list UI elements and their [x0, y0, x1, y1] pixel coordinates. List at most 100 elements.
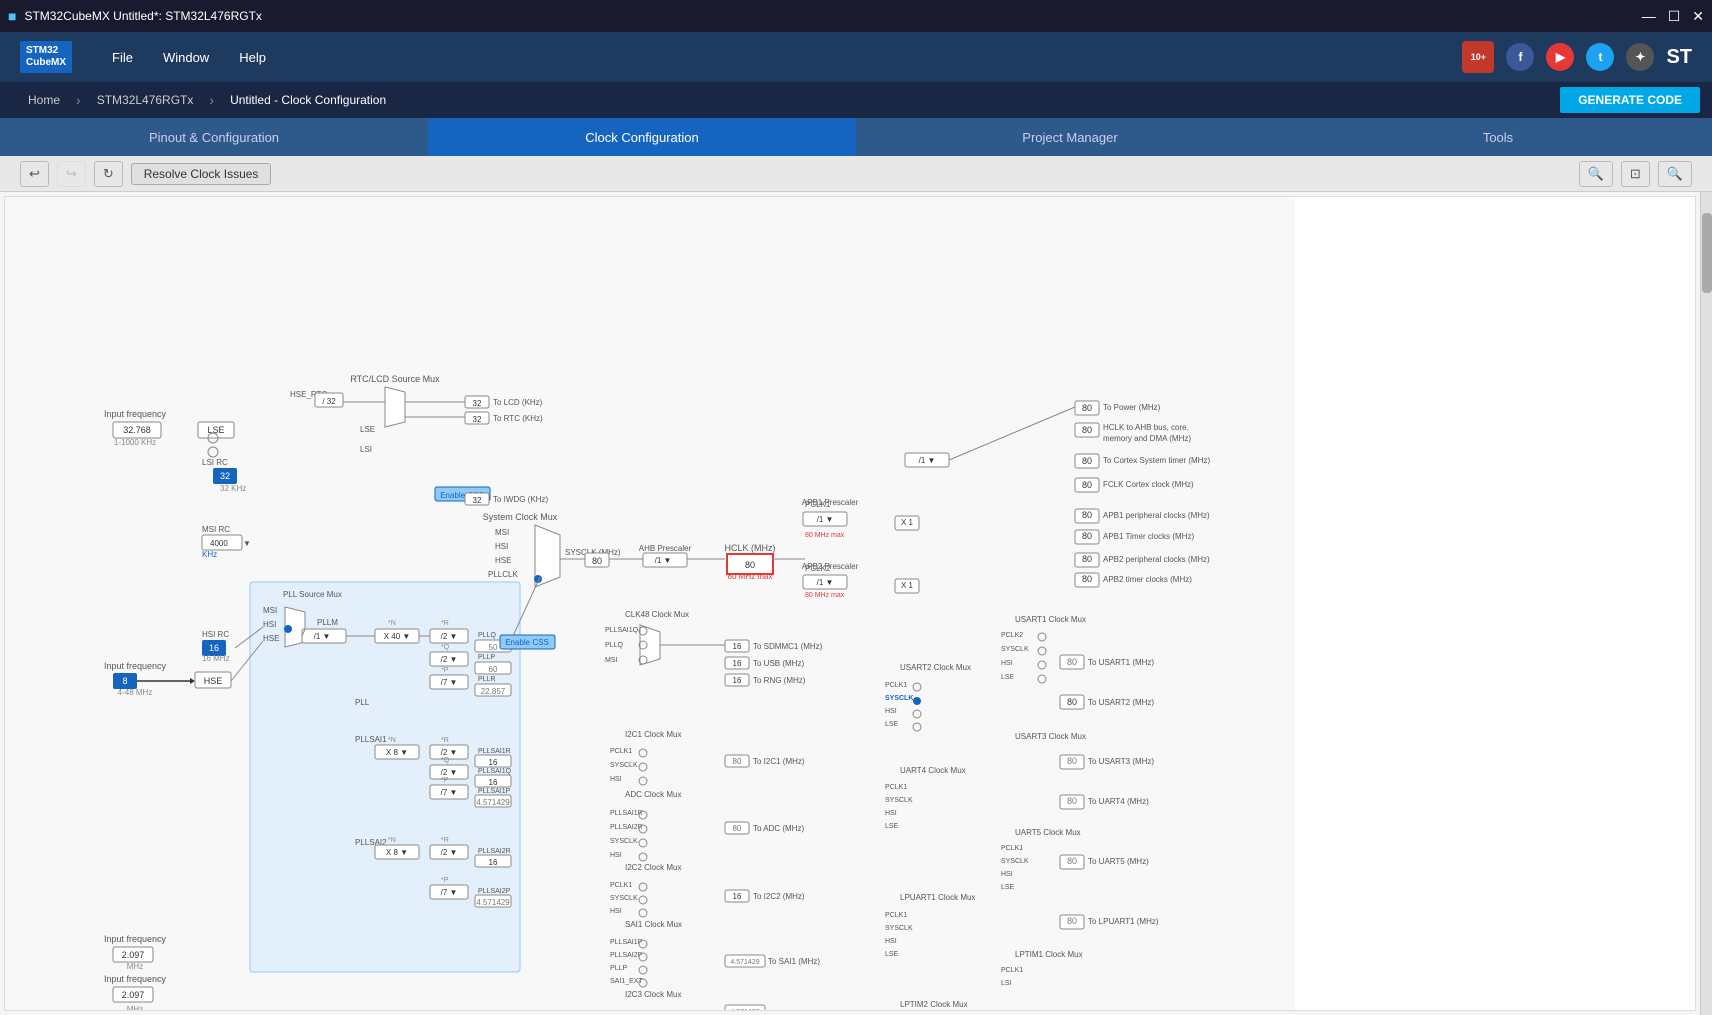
- svg-text:To UART4 (MHz): To UART4 (MHz): [1088, 797, 1149, 806]
- refresh-button[interactable]: ↻: [94, 161, 123, 187]
- svg-text:To LPUART1 (MHz): To LPUART1 (MHz): [1088, 917, 1159, 926]
- menu-help[interactable]: Help: [239, 50, 266, 65]
- twitter-icon[interactable]: t: [1586, 43, 1614, 71]
- scrollbar-thumb[interactable]: [1702, 213, 1712, 293]
- svg-text:SAI1 Clock Mux: SAI1 Clock Mux: [625, 920, 682, 929]
- svg-text:80 MHz max: 80 MHz max: [728, 572, 773, 581]
- svg-text:PLLQ: PLLQ: [605, 642, 623, 649]
- svg-text:MSI: MSI: [605, 657, 618, 664]
- zoom-out-button[interactable]: 🔍: [1658, 161, 1692, 187]
- svg-text:To I2C2 (MHz): To I2C2 (MHz): [753, 892, 805, 901]
- svg-text:2.097: 2.097: [122, 950, 145, 960]
- social-counter: 10+: [1462, 41, 1494, 73]
- zoom-in-button[interactable]: 🔍: [1579, 161, 1613, 187]
- svg-text:CLK48 Clock Mux: CLK48 Clock Mux: [625, 610, 689, 619]
- tab-pinout[interactable]: Pinout & Configuration: [0, 118, 428, 156]
- menu-file[interactable]: File: [112, 50, 133, 65]
- svg-text:USART3 Clock Mux: USART3 Clock Mux: [1015, 732, 1086, 741]
- svg-text:*P: *P: [441, 877, 449, 884]
- svg-text:16: 16: [733, 676, 742, 685]
- youtube-icon[interactable]: ▶: [1546, 43, 1574, 71]
- svg-text:PLLSAI1Q: PLLSAI1Q: [478, 768, 512, 775]
- generate-code-button[interactable]: GENERATE CODE: [1560, 87, 1700, 113]
- svg-text:PLLSAI2R: PLLSAI2R: [610, 824, 643, 831]
- svg-text:MSI RC: MSI RC: [202, 525, 230, 534]
- svg-text:80: 80: [745, 560, 755, 570]
- svg-text:RTC/LCD Source Mux: RTC/LCD Source Mux: [350, 374, 440, 384]
- svg-text:HSI: HSI: [610, 852, 622, 859]
- svg-text:X 1: X 1: [901, 518, 914, 527]
- st-logo[interactable]: ST: [1666, 46, 1692, 69]
- svg-text:HSI RC: HSI RC: [202, 630, 229, 639]
- menu-items: File Window Help: [112, 50, 266, 65]
- svg-text:HCLK (MHz): HCLK (MHz): [725, 543, 776, 553]
- svg-text:X 8 ▼: X 8 ▼: [386, 848, 408, 857]
- svg-text:PLLSAI2R: PLLSAI2R: [478, 848, 511, 855]
- svg-text:HSI: HSI: [495, 542, 508, 551]
- svg-text:LSE: LSE: [1001, 674, 1015, 681]
- menu-window[interactable]: Window: [163, 50, 209, 65]
- redo-button[interactable]: ↪: [57, 161, 86, 187]
- svg-text:HSI: HSI: [610, 908, 622, 915]
- svg-text:PLLSAI2P: PLLSAI2P: [610, 952, 643, 959]
- svg-text:MSI: MSI: [263, 606, 277, 615]
- menu-bar: STM32CubeMX File Window Help 10+ f ▶ t ✦…: [0, 32, 1712, 82]
- svg-text:/7 ▼: /7 ▼: [441, 678, 458, 687]
- clock-canvas: Input frequency 32.768 1-1000 KHz LSE LS…: [4, 196, 1696, 1011]
- svg-text:32: 32: [473, 399, 482, 408]
- svg-text:LSE: LSE: [360, 425, 375, 434]
- svg-text:To Cortex System timer (MHz): To Cortex System timer (MHz): [1103, 456, 1210, 465]
- svg-text:/2 ▼: /2 ▼: [441, 748, 458, 757]
- svg-text:/1 ▼: /1 ▼: [817, 515, 834, 524]
- tab-project[interactable]: Project Manager: [856, 118, 1284, 156]
- svg-text:SYSCLK: SYSCLK: [885, 797, 913, 804]
- logo-box: STM32CubeMX: [20, 41, 72, 73]
- svg-text:SYSCLK: SYSCLK: [1001, 646, 1029, 653]
- maximize-button[interactable]: ☐: [1668, 8, 1681, 25]
- facebook-icon[interactable]: f: [1506, 43, 1534, 71]
- undo-button[interactable]: ↩: [20, 161, 49, 187]
- svg-text:HSE: HSE: [495, 556, 511, 565]
- svg-text:PLLP: PLLP: [610, 965, 627, 972]
- logo-text: STM32CubeMX: [26, 45, 66, 69]
- breadcrumb-clock[interactable]: Untitled - Clock Configuration: [214, 87, 402, 113]
- svg-text:*R: *R: [441, 837, 449, 844]
- svg-text:HSE: HSE: [204, 676, 223, 686]
- svg-text:PLLM: PLLM: [317, 618, 338, 627]
- svg-text:System Clock Mux: System Clock Mux: [483, 512, 558, 522]
- minimize-button[interactable]: —: [1642, 8, 1656, 25]
- svg-text:80: 80: [733, 824, 742, 833]
- breadcrumb-home[interactable]: Home: [12, 87, 76, 113]
- svg-text:MSI: MSI: [495, 528, 509, 537]
- svg-text:4.571429: 4.571429: [476, 798, 510, 807]
- svg-text:SYSCLK: SYSCLK: [885, 925, 913, 932]
- app-title: STM32CubeMX Untitled*: STM32L476RGTx: [24, 9, 261, 23]
- svg-text:HSI: HSI: [263, 620, 276, 629]
- svg-text:PLL Source Mux: PLL Source Mux: [283, 590, 342, 599]
- svg-text:PCLK1: PCLK1: [885, 784, 907, 791]
- tab-clock[interactable]: Clock Configuration: [428, 118, 856, 156]
- svg-text:PCLK1: PCLK1: [1001, 967, 1023, 974]
- star-icon[interactable]: ✦: [1626, 43, 1654, 71]
- svg-text:To USART3 (MHz): To USART3 (MHz): [1088, 757, 1154, 766]
- svg-text:HSI: HSI: [885, 810, 897, 817]
- vertical-scrollbar[interactable]: [1700, 192, 1712, 1015]
- main-area: Input frequency 32.768 1-1000 KHz LSE LS…: [0, 192, 1712, 1015]
- svg-text:80 MHz max: 80 MHz max: [805, 532, 845, 539]
- svg-text:80: 80: [1082, 531, 1092, 541]
- svg-text:UART4 Clock Mux: UART4 Clock Mux: [900, 766, 966, 775]
- svg-text:MHz: MHz: [127, 962, 143, 971]
- svg-text:▼: ▼: [243, 539, 251, 548]
- svg-text:16: 16: [733, 659, 742, 668]
- tab-tools[interactable]: Tools: [1284, 118, 1712, 156]
- svg-text:/2 ▼: /2 ▼: [441, 848, 458, 857]
- svg-text:PLLSAI1P: PLLSAI1P: [478, 788, 511, 795]
- fit-button[interactable]: ⊡: [1621, 161, 1650, 187]
- close-button[interactable]: ✕: [1692, 8, 1704, 25]
- svg-text:80: 80: [1067, 856, 1077, 866]
- svg-text:80: 80: [1082, 456, 1092, 466]
- resolve-clock-button[interactable]: Resolve Clock Issues: [131, 163, 272, 185]
- svg-text:LPTIM2 Clock Mux: LPTIM2 Clock Mux: [900, 1000, 968, 1009]
- svg-text:4.571429: 4.571429: [476, 898, 510, 907]
- breadcrumb-chip[interactable]: STM32L476RGTx: [81, 87, 210, 113]
